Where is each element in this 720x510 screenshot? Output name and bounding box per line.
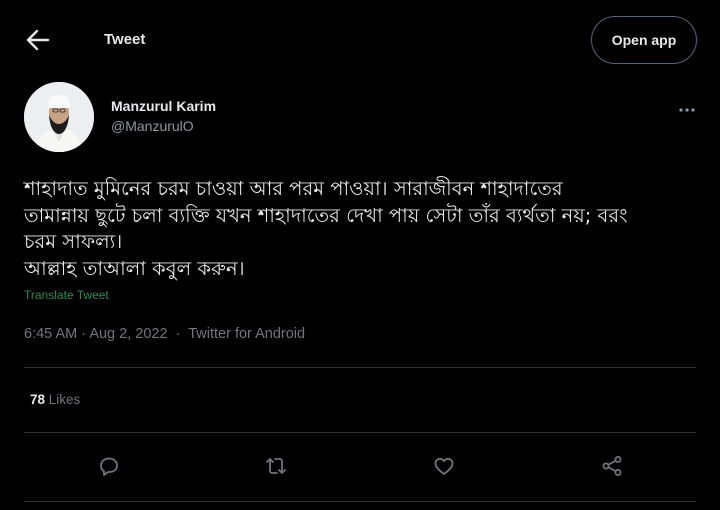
- tweet-text-line: চরম সাফল্য।: [24, 230, 123, 253]
- tweet-text-line: আল্লাহ তাআলা কবুল করুন।: [24, 256, 245, 280]
- tweet-text-line: শাহাদাত মুমিনের চরম চাওয়া আর পরম পাওয়া…: [24, 177, 563, 200]
- more-horizontal-icon[interactable]: [677, 100, 697, 120]
- top-bar: Tweet Open app: [0, 0, 720, 80]
- tweet-text-line: তামান্নায় ছুটে চলা ব্যক্তি যখন শাহাদাতে…: [24, 203, 628, 227]
- divider: [24, 367, 696, 368]
- divider: [24, 501, 696, 502]
- meta-separator: ·: [175, 326, 181, 342]
- page-title: Tweet: [104, 31, 146, 48]
- open-app-button[interactable]: Open app: [591, 16, 697, 64]
- author-handle[interactable]: @ManzurulO: [111, 118, 194, 134]
- translate-tweet-link[interactable]: Translate Tweet: [24, 288, 109, 302]
- avatar[interactable]: [24, 82, 94, 152]
- tweet-text: শাহাদাত মুমিনের চরম চাওয়া আর পরম পাওয়া…: [24, 176, 704, 282]
- likes-label: Likes: [48, 392, 81, 407]
- divider: [24, 432, 696, 433]
- tweet-meta: 6:45 AM · Aug 2, 2022 · Twitter for Andr…: [24, 326, 305, 342]
- retweet-icon[interactable]: [264, 454, 288, 478]
- likes-count: 78: [30, 392, 46, 407]
- heart-icon[interactable]: [432, 454, 456, 478]
- arrow-left-icon[interactable]: [24, 26, 52, 54]
- likes-stat[interactable]: 78 Likes: [30, 392, 80, 407]
- meta-separator: ·: [81, 326, 87, 342]
- tweet-date[interactable]: Aug 2, 2022: [89, 326, 167, 342]
- avatar-image: [24, 82, 94, 152]
- share-icon[interactable]: [600, 454, 624, 478]
- tweet-time[interactable]: 6:45 AM: [24, 326, 77, 342]
- author-name[interactable]: Manzurul Karim: [111, 98, 216, 114]
- reply-icon[interactable]: [97, 454, 121, 478]
- tweet-source[interactable]: Twitter for Android: [188, 326, 305, 342]
